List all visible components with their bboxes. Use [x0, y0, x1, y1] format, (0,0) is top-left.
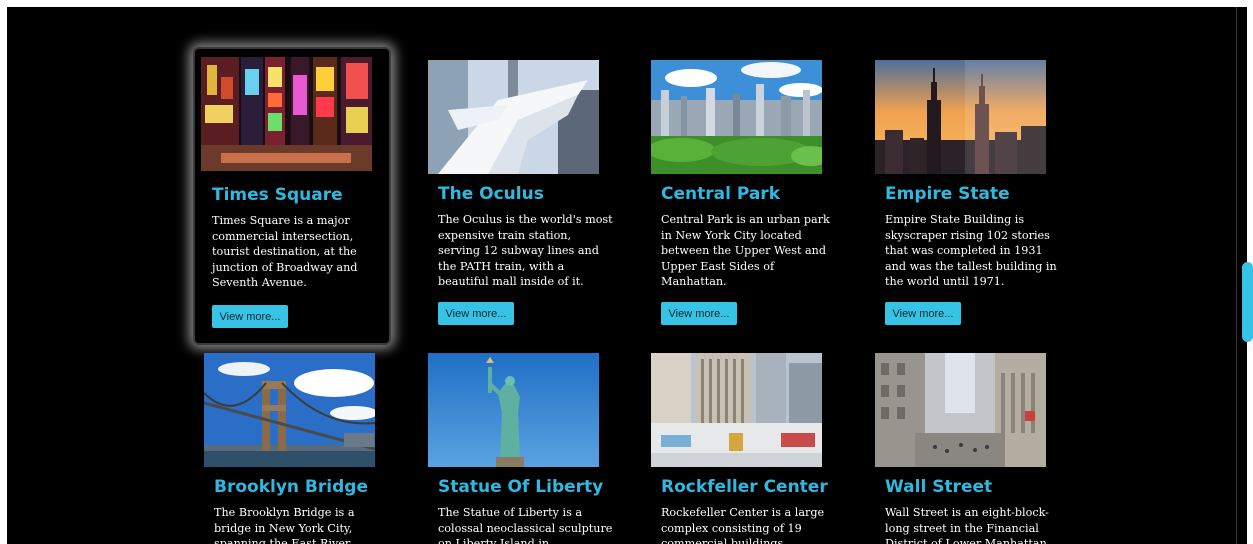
card-description: Central Park is an urban park in New Yor…	[661, 213, 830, 289]
card-empire-state[interactable]: Empire State Empire State Building is sk…	[875, 60, 1065, 330]
card-title: Wall Street	[885, 477, 993, 497]
page-viewport: Times Square Times Square is a major com…	[7, 7, 1243, 544]
card-the-oculus[interactable]: The Oculus The Oculus is the world's mos…	[428, 60, 618, 330]
card-description: Empire State Building is skyscraper risi…	[885, 213, 1057, 289]
card-description: The Statue of Liberty is a colossal neoc…	[438, 506, 613, 544]
wall-street-image	[875, 353, 1046, 467]
card-title: Rockfeller Center	[661, 477, 828, 497]
scrollbar-thumb[interactable]	[1242, 262, 1253, 342]
card-wall-street[interactable]: Wall Street Wall Street is an eight-bloc…	[875, 353, 1065, 544]
oculus-image	[428, 60, 599, 174]
brooklyn-bridge-image	[204, 353, 375, 467]
view-more-button[interactable]: View more...	[438, 302, 514, 325]
times-square-image	[201, 57, 372, 171]
card-description: Rockefeller Center is a large complex co…	[661, 506, 825, 544]
card-description: The Brooklyn Bridge is a bridge in New Y…	[214, 506, 355, 544]
view-more-button[interactable]: View more...	[661, 302, 737, 325]
card-central-park[interactable]: Central Park Central Park is an urban pa…	[651, 60, 841, 330]
empire-state-image	[875, 60, 1046, 174]
central-park-image	[651, 60, 822, 174]
statue-of-liberty-image	[428, 353, 599, 467]
card-description: Wall Street is an eight-block-long stree…	[885, 506, 1049, 544]
card-description: Times Square is a major commercial inter…	[212, 214, 358, 290]
rockefeller-center-image	[651, 353, 822, 467]
card-title: Central Park	[661, 184, 780, 204]
card-title: Brooklyn Bridge	[214, 477, 368, 497]
card-times-square[interactable]: Times Square Times Square is a major com…	[193, 47, 391, 345]
card-title: Empire State	[885, 184, 1010, 204]
card-title: Statue Of Liberty	[438, 477, 604, 497]
card-rockefeller-center[interactable]: Rockfeller Center Rockefeller Center is …	[651, 353, 841, 544]
card-description: The Oculus is the world's most expensive…	[438, 213, 613, 289]
view-more-button[interactable]: View more...	[885, 302, 961, 325]
card-statue-of-liberty[interactable]: Statue Of Liberty The Statue of Liberty …	[428, 353, 618, 544]
card-title: The Oculus	[438, 184, 544, 204]
card-title: Times Square	[212, 185, 343, 205]
view-more-button[interactable]: View more...	[212, 305, 288, 328]
card-brooklyn-bridge[interactable]: Brooklyn Bridge The Brooklyn Bridge is a…	[204, 353, 394, 544]
